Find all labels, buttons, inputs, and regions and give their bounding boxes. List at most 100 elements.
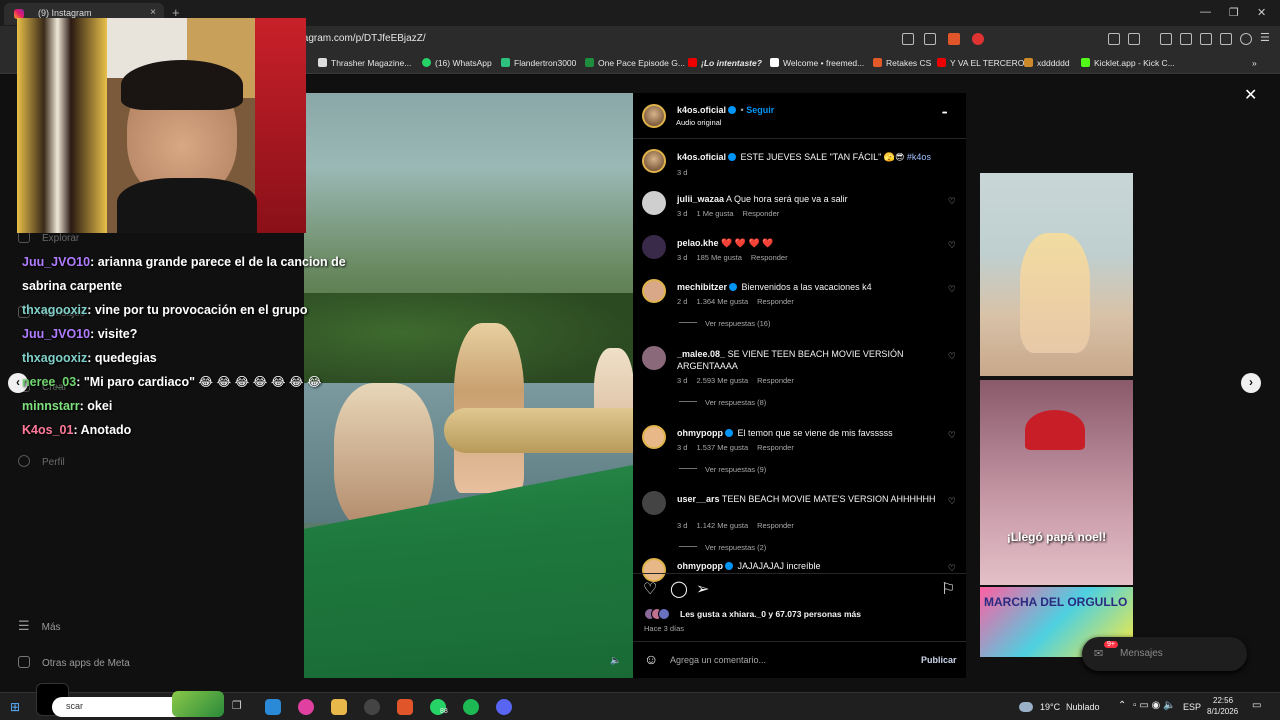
bookmark-item[interactable]: Welcome • freemed... bbox=[770, 58, 864, 68]
comment-avatar[interactable] bbox=[642, 425, 666, 449]
comment-reply[interactable]: Responder bbox=[757, 376, 794, 385]
audio-label[interactable]: Audio original bbox=[676, 118, 721, 127]
comment-like-icon[interactable]: ♡ bbox=[948, 430, 956, 441]
bookmark-item[interactable]: xdddddd bbox=[1024, 58, 1070, 68]
bookmarks-more-button[interactable]: » bbox=[1252, 58, 1257, 68]
comment-avatar[interactable] bbox=[642, 491, 666, 515]
obs-icon[interactable] bbox=[364, 699, 380, 715]
tray-chevron-icon[interactable]: ⌃ bbox=[1118, 700, 1126, 711]
comment-input[interactable]: Agrega un comentario... bbox=[670, 655, 766, 665]
minimize-icon[interactable]: — bbox=[1200, 6, 1211, 18]
publish-button[interactable]: Publicar bbox=[921, 655, 957, 665]
brave-shields-icon[interactable] bbox=[948, 33, 960, 45]
hashtag-link[interactable]: #k4os bbox=[907, 152, 931, 162]
view-replies-button[interactable]: Ver respuestas (9) bbox=[679, 465, 766, 474]
comment-likes[interactable]: 1 Me gusta bbox=[696, 209, 733, 218]
leo-icon[interactable] bbox=[1220, 33, 1232, 45]
install-icon[interactable] bbox=[902, 33, 914, 45]
comment-avatar[interactable] bbox=[642, 279, 666, 303]
notification-icon[interactable]: ▭ bbox=[1252, 700, 1261, 711]
comment-reply[interactable]: Responder bbox=[751, 253, 788, 262]
bookmark-item[interactable]: Y VA EL TERCERO bbox=[937, 58, 1024, 68]
discord-icon[interactable] bbox=[496, 699, 512, 715]
comment-avatar[interactable] bbox=[642, 235, 666, 259]
maximize-icon[interactable]: ❐ bbox=[1229, 6, 1239, 19]
brave-rewards-icon[interactable] bbox=[972, 33, 984, 45]
comment-like-icon[interactable]: ♡ bbox=[948, 196, 956, 207]
share-icon[interactable]: ➢ bbox=[696, 579, 709, 599]
comment-username[interactable]: ohmypopp bbox=[677, 561, 723, 571]
author-username[interactable]: k4os.oficial bbox=[677, 105, 726, 115]
like-heart-icon[interactable]: ♡ bbox=[643, 579, 657, 599]
bookmark-item[interactable]: Retakes CS bbox=[873, 58, 931, 68]
window-close-icon[interactable]: ✕ bbox=[1257, 6, 1266, 19]
caption-avatar[interactable] bbox=[642, 149, 666, 173]
view-replies-button[interactable]: Ver respuestas (2) bbox=[679, 543, 766, 552]
comment-likes[interactable]: 1.142 Me gusta bbox=[696, 521, 748, 530]
bookmark-icon[interactable]: ⚐ bbox=[941, 579, 955, 599]
comment-like-icon[interactable]: ♡ bbox=[948, 284, 956, 295]
brave-icon[interactable] bbox=[397, 699, 413, 715]
bookmark-item[interactable]: (16) WhatsApp bbox=[422, 58, 492, 68]
screenshot-icon[interactable] bbox=[1128, 33, 1140, 45]
bookmark-item[interactable]: Thrasher Magazine... bbox=[318, 58, 411, 68]
store-icon[interactable] bbox=[265, 699, 281, 715]
tray-icons[interactable]: ▫ ▭ ◉ 🔈 bbox=[1133, 700, 1176, 711]
extensions-icon[interactable] bbox=[1108, 33, 1120, 45]
messages-pill[interactable]: ✉ 9+ Mensajes bbox=[1082, 637, 1247, 671]
comment-like-icon[interactable]: ♡ bbox=[948, 496, 956, 507]
close-post-icon[interactable]: ✕ bbox=[1244, 85, 1257, 105]
app-icon[interactable] bbox=[298, 699, 314, 715]
spotify-icon[interactable] bbox=[463, 699, 479, 715]
file-explorer-icon[interactable] bbox=[331, 699, 347, 715]
comment-reply[interactable]: Responder bbox=[757, 521, 794, 530]
cloud-weather-icon[interactable] bbox=[1019, 702, 1033, 712]
bookmark-item[interactable]: One Pace Episode G... bbox=[585, 58, 685, 68]
comment-like-icon[interactable]: ♡ bbox=[948, 240, 956, 251]
nav-profile[interactable]: Perfil bbox=[18, 455, 65, 468]
comment-reply[interactable]: Responder bbox=[757, 443, 794, 452]
comment-likes[interactable]: 1.537 Me gusta bbox=[696, 443, 748, 452]
explore-tile[interactable] bbox=[980, 173, 1133, 376]
nav-meta-apps[interactable]: Otras apps de Meta bbox=[18, 656, 130, 669]
url-field[interactable]: tagram.com/p/DTJfeEBjazZ/ bbox=[300, 33, 426, 44]
more-options-icon[interactable]: ••• bbox=[942, 110, 947, 117]
vpn-icon[interactable] bbox=[1240, 33, 1252, 45]
language-indicator[interactable]: ESP bbox=[1183, 702, 1201, 712]
bookmark-item[interactable]: Kicklet.app - Kick C... bbox=[1081, 58, 1175, 68]
comment-like-icon[interactable]: ♡ bbox=[948, 351, 956, 362]
explore-tile[interactable]: ¡Llegó papá noel! bbox=[980, 380, 1133, 585]
comment-username[interactable]: mechibitzer bbox=[677, 282, 727, 292]
comment-username[interactable]: _malee.08_ bbox=[677, 349, 725, 359]
sidebar-icon[interactable] bbox=[1180, 33, 1192, 45]
media-icon[interactable] bbox=[1160, 33, 1172, 45]
clock-time[interactable]: 22:56 bbox=[1213, 696, 1233, 705]
likes-summary[interactable]: Les gusta a xhiara._0 y 67.073 personas … bbox=[680, 609, 861, 619]
comment-icon[interactable]: ◯ bbox=[670, 579, 688, 599]
task-view-icon[interactable]: ❐ bbox=[232, 699, 248, 715]
follow-button[interactable]: Seguir bbox=[746, 105, 774, 115]
bookmark-item[interactable]: Flandertron3000 bbox=[501, 58, 576, 68]
clock-date[interactable]: 8/1/2026 bbox=[1207, 707, 1238, 716]
nav-more[interactable]: ☰ Más bbox=[18, 618, 61, 633]
comment-username[interactable]: julii_wazaa bbox=[677, 194, 724, 204]
next-post-button[interactable]: › bbox=[1241, 373, 1261, 393]
tab-close-icon[interactable]: × bbox=[150, 7, 156, 18]
comment-reply[interactable]: Responder bbox=[757, 297, 794, 306]
comment-avatar[interactable] bbox=[642, 191, 666, 215]
windows-start-icon[interactable]: ⊞ bbox=[10, 700, 20, 714]
wallet-icon[interactable] bbox=[1200, 33, 1212, 45]
comment-reply[interactable]: Responder bbox=[743, 209, 780, 218]
author-avatar[interactable] bbox=[642, 104, 666, 128]
comment-likes[interactable]: 1.364 Me gusta bbox=[696, 297, 748, 306]
comment-username[interactable]: user__ars bbox=[677, 494, 720, 504]
bookmark-item[interactable]: ¡Lo intentaste? bbox=[688, 58, 762, 68]
comment-likes[interactable]: 2.593 Me gusta bbox=[696, 376, 748, 385]
menu-icon[interactable]: ☰ bbox=[1260, 31, 1272, 44]
view-replies-button[interactable]: Ver respuestas (16) bbox=[679, 319, 770, 328]
taskbar-search[interactable]: scar bbox=[52, 691, 224, 717]
comment-username[interactable]: ohmypopp bbox=[677, 428, 723, 438]
comment-username[interactable]: pelao.khe bbox=[677, 238, 719, 248]
comment-avatar[interactable] bbox=[642, 346, 666, 370]
share-icon[interactable] bbox=[924, 33, 936, 45]
